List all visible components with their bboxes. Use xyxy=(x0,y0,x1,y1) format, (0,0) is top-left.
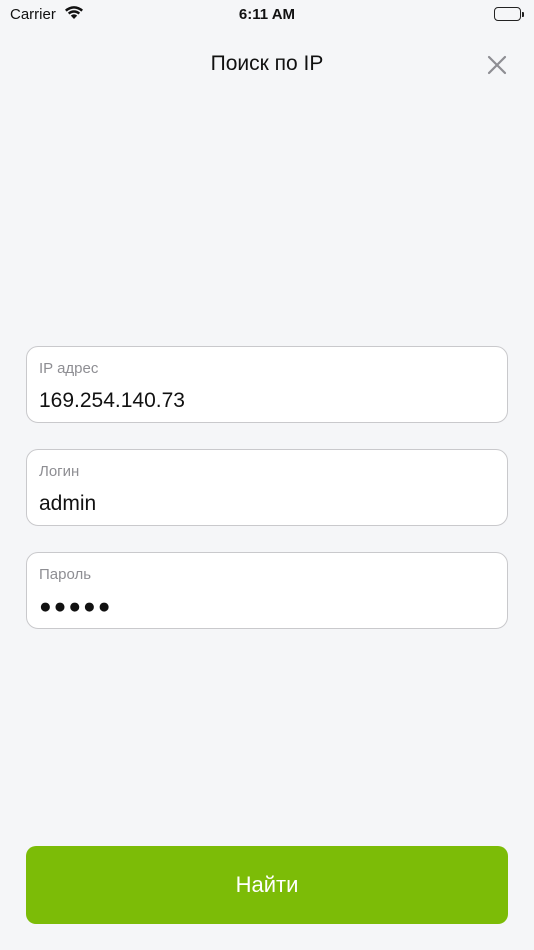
login-label: Логин xyxy=(39,463,80,480)
password-input[interactable]: ●●●●● xyxy=(39,595,495,619)
ip-address-label: IP адрес xyxy=(39,360,99,377)
find-button[interactable]: Найти xyxy=(26,846,508,924)
page-title: Поиск по IP xyxy=(210,52,324,75)
password-label: Пароль xyxy=(39,566,92,583)
battery-icon xyxy=(494,7,524,21)
status-bar: Carrier 6:11 AM xyxy=(0,0,534,30)
password-field[interactable]: Пароль ●●●●● xyxy=(26,552,508,629)
ip-address-input[interactable]: 169.254.140.73 xyxy=(39,389,495,413)
ip-address-field[interactable]: IP адрес 169.254.140.73 xyxy=(26,346,508,423)
login-field[interactable]: Логин admin xyxy=(26,449,508,526)
close-icon[interactable] xyxy=(484,52,510,78)
status-time: 6:11 AM xyxy=(238,6,296,23)
login-input[interactable]: admin xyxy=(39,492,495,516)
